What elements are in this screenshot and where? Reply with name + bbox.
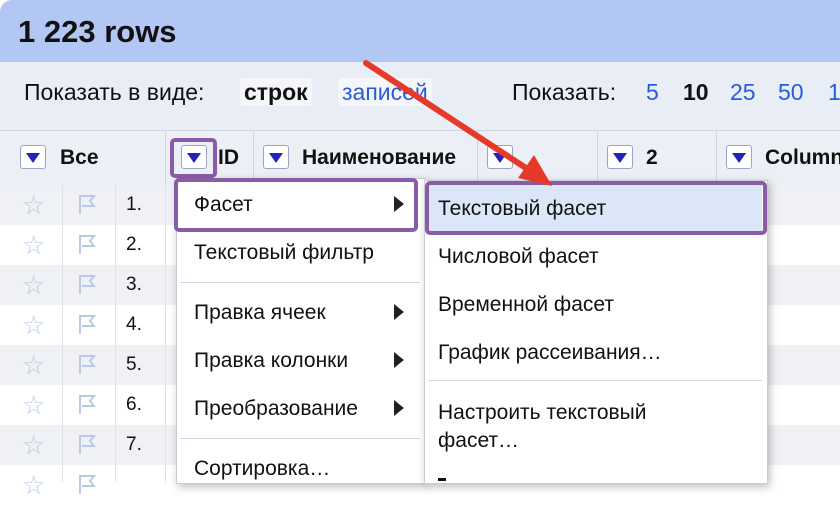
mode-rows-button[interactable]: строк xyxy=(240,78,312,106)
cutoff-menu-item xyxy=(438,474,668,482)
flag-icon[interactable] xyxy=(76,312,100,336)
col2-dropdown[interactable] xyxy=(607,145,633,169)
row-count-title: 1 223 rows xyxy=(18,14,177,49)
submenu-item-custom-text-facet-line1[interactable]: Настроить текстовый xyxy=(438,401,646,425)
column-name-label: Наименование xyxy=(302,146,457,169)
page-size-25[interactable]: 25 xyxy=(730,78,756,106)
show-as-label: Показать в виде: xyxy=(24,79,205,105)
submenu-arrow-icon xyxy=(394,352,404,368)
row-number: 4. xyxy=(126,314,142,335)
column-column-label: Column xyxy=(765,146,840,169)
page-size-more[interactable]: 1 xyxy=(828,78,840,106)
col-blank-dropdown[interactable] xyxy=(487,145,513,169)
flag-icon[interactable] xyxy=(76,352,100,376)
star-icon[interactable]: ☆ xyxy=(22,232,45,258)
column-all-label: Все xyxy=(60,146,99,169)
cell-divider xyxy=(115,184,116,482)
text-facet-highlight xyxy=(425,181,767,235)
column-2-label: 2 xyxy=(646,146,658,169)
flag-icon[interactable] xyxy=(76,232,100,256)
submenu-item-custom-text-facet-line2[interactable]: фасет… xyxy=(438,429,519,453)
flag-icon[interactable] xyxy=(76,192,100,216)
column-divider xyxy=(253,130,254,184)
column-divider xyxy=(716,130,717,184)
star-icon[interactable]: ☆ xyxy=(22,472,45,498)
row-number: 6. xyxy=(126,394,142,415)
row-number: 2. xyxy=(126,234,142,255)
page-size-5[interactable]: 5 xyxy=(646,78,659,106)
menu-item-edit-cells[interactable]: Правка ячеек xyxy=(194,301,326,325)
cell-divider xyxy=(62,184,63,482)
mode-records-link[interactable]: записей xyxy=(338,78,432,106)
star-icon[interactable]: ☆ xyxy=(22,352,45,378)
flag-icon[interactable] xyxy=(76,432,100,456)
submenu-item-numeric-facet[interactable]: Числовой фасет xyxy=(438,245,599,269)
facet-highlight xyxy=(174,178,418,232)
submenu-arrow-icon xyxy=(394,400,404,416)
menu-item-sort[interactable]: Сортировка… xyxy=(194,457,330,481)
row-number: 7. xyxy=(126,434,142,455)
column-divider xyxy=(597,130,598,184)
star-icon[interactable]: ☆ xyxy=(22,192,45,218)
id-dropdown-highlight xyxy=(170,138,217,178)
column-divider xyxy=(477,130,478,184)
menu-item-transform[interactable]: Преобразование xyxy=(194,397,358,421)
show-label: Показать: xyxy=(512,79,617,105)
project-header: 1 223 rows xyxy=(0,0,840,62)
flag-icon[interactable] xyxy=(76,392,100,416)
star-icon[interactable]: ☆ xyxy=(22,272,45,298)
page-size-50[interactable]: 50 xyxy=(778,78,804,106)
all-column-dropdown[interactable] xyxy=(20,145,46,169)
submenu-arrow-icon xyxy=(394,304,404,320)
submenu-item-scatterplot[interactable]: График рассеивания… xyxy=(438,341,662,365)
menu-item-text-filter[interactable]: Текстовый фильтр xyxy=(194,241,374,265)
submenu-item-timeline-facet[interactable]: Временной фасет xyxy=(438,293,614,317)
name-column-dropdown[interactable] xyxy=(263,145,289,169)
row-number: 5. xyxy=(126,354,142,375)
star-icon[interactable]: ☆ xyxy=(22,312,45,338)
column-id-label: ID xyxy=(218,146,239,169)
cell-divider xyxy=(165,184,166,482)
star-icon[interactable]: ☆ xyxy=(22,432,45,458)
flag-icon[interactable] xyxy=(76,272,100,296)
column-dropdown[interactable] xyxy=(726,145,752,169)
menu-divider xyxy=(180,438,420,439)
column-divider xyxy=(165,130,166,184)
menu-divider xyxy=(180,282,420,283)
star-icon[interactable]: ☆ xyxy=(22,392,45,418)
row-number: 3. xyxy=(126,274,142,295)
page-size-10[interactable]: 10 xyxy=(683,78,709,106)
menu-divider xyxy=(428,380,762,381)
menu-item-edit-column[interactable]: Правка колонки xyxy=(194,349,348,373)
row-number: 1. xyxy=(126,194,142,215)
flag-icon[interactable] xyxy=(76,472,100,496)
